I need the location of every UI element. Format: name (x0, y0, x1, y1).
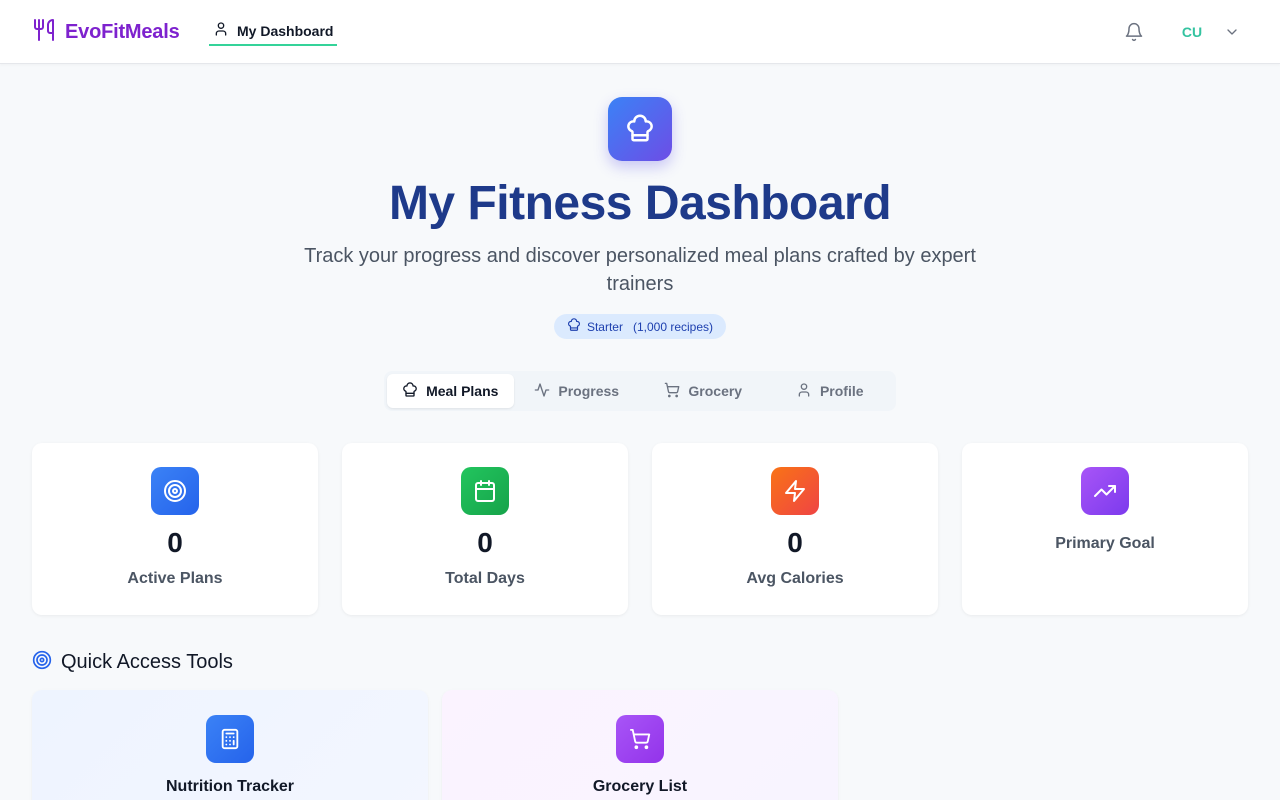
stat-label: Avg Calories (746, 570, 844, 587)
tab-label: Profile (819, 383, 864, 399)
top-navigation-bar: EvoFitMeals My Dashboard CU (0, 0, 1280, 64)
tool-card-grocery-list[interactable]: Grocery List (442, 690, 838, 800)
tab-meal-plans[interactable]: Meal Plans (387, 374, 514, 408)
tool-label: Grocery List (592, 778, 688, 795)
chef-hat-icon (402, 381, 418, 401)
user-icon (796, 382, 812, 401)
notifications-bell-icon[interactable] (1122, 20, 1146, 44)
target-icon (151, 467, 199, 515)
stat-value: 0 (787, 527, 803, 558)
calendar-icon (461, 467, 509, 515)
target-icon (32, 650, 52, 675)
tab-profile[interactable]: Profile (767, 374, 894, 408)
tab-label: Grocery (688, 383, 743, 399)
chevron-down-icon[interactable] (1222, 22, 1242, 42)
page-subtitle: Track your progress and discover persona… (304, 245, 976, 295)
tab-progress[interactable]: Progress (514, 374, 641, 408)
brand-logo[interactable]: EvoFitMeals (32, 18, 180, 46)
chef-hat-icon (608, 97, 672, 161)
user-avatar[interactable]: CU (1174, 18, 1210, 46)
activity-icon (534, 382, 550, 401)
dashboard-tabs: Meal Plans Progress Grocery Profile (384, 371, 896, 411)
page-title: My Fitness Dashboard (388, 177, 892, 230)
tab-label: Progress (558, 383, 620, 399)
utensils-icon (32, 18, 56, 47)
stat-value: 0 (167, 527, 183, 558)
cart-icon (664, 382, 680, 401)
trending-up-icon (1081, 467, 1129, 515)
plan-tier-badge: Starter (1,000 recipes) (554, 314, 726, 339)
stat-card-avg-calories: 0 Avg Calories (652, 443, 938, 615)
nav-my-dashboard[interactable]: My Dashboard (209, 18, 338, 46)
stat-label: Active Plans (127, 570, 223, 587)
stat-card-primary-goal: Primary Goal (962, 443, 1248, 615)
stat-label: Total Days (445, 570, 525, 587)
stat-card-total-days: 0 Total Days (342, 443, 628, 615)
stat-label: Primary Goal (1055, 535, 1155, 552)
tab-grocery[interactable]: Grocery (640, 374, 767, 408)
tool-card-nutrition-tracker[interactable]: Nutrition Tracker (32, 690, 428, 800)
quick-access-title: Quick Access Tools (61, 650, 233, 673)
brand-name: EvoFitMeals (65, 20, 180, 43)
plan-tier-detail: (1,000 recipes) (632, 319, 714, 334)
quick-access-heading: Quick Access Tools (32, 650, 233, 674)
calculator-icon (206, 715, 254, 763)
chef-hat-icon (567, 318, 581, 335)
tool-label: Nutrition Tracker (165, 778, 295, 795)
zap-icon (771, 467, 819, 515)
cart-icon (616, 715, 664, 763)
nav-my-dashboard-label: My Dashboard (237, 23, 334, 39)
plan-tier-name: Starter (586, 319, 623, 334)
user-icon (213, 21, 229, 42)
stat-card-active-plans: 0 Active Plans (32, 443, 318, 615)
stat-value: 0 (477, 527, 493, 558)
tab-label: Meal Plans (426, 383, 499, 399)
